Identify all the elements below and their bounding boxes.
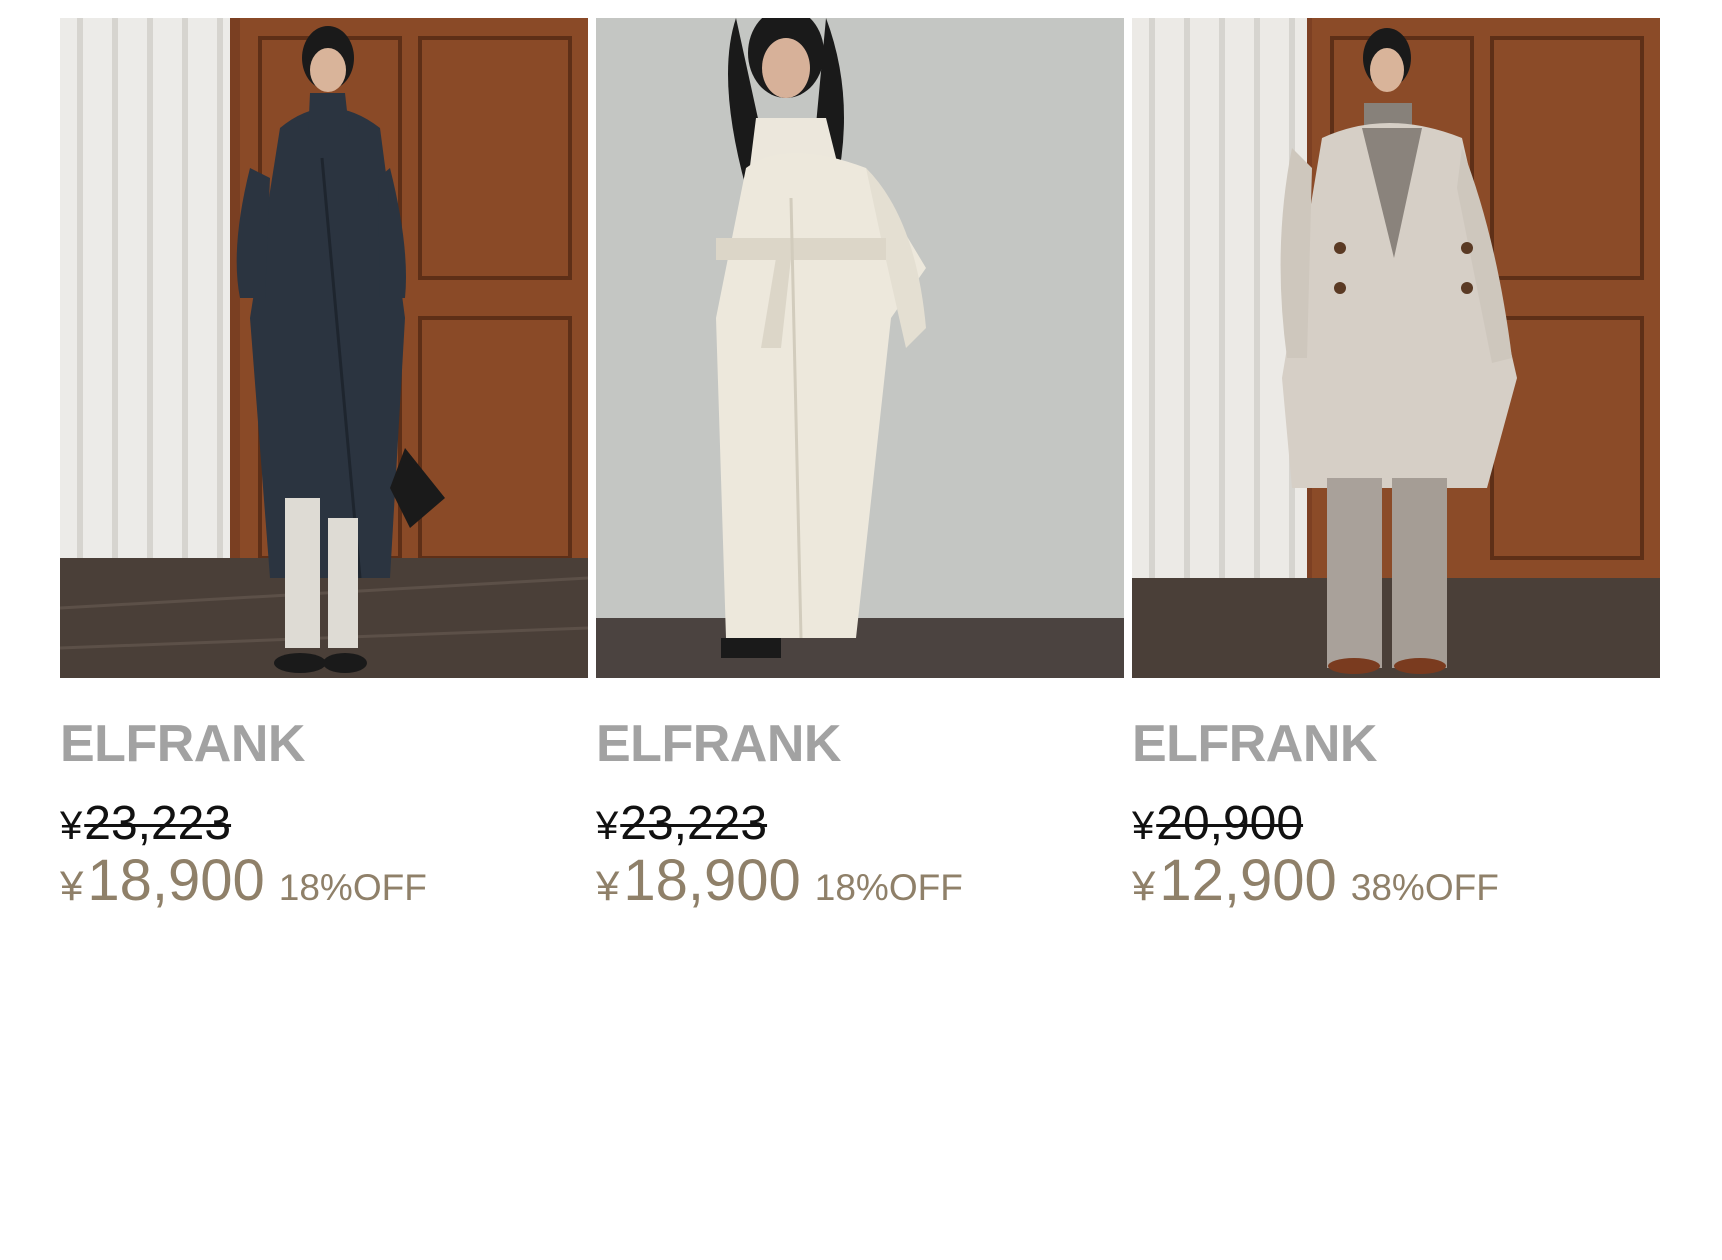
product-card[interactable]: ELFRANK ¥ 20,900 ¥ 12,900 38%OFF (1132, 18, 1660, 910)
sale-price-value: 12,900 (1159, 848, 1337, 913)
currency-symbol: ¥ (60, 862, 84, 909)
original-price-value: 20,900 (1156, 797, 1304, 850)
currency-symbol: ¥ (596, 804, 619, 848)
original-price-value: 23,223 (84, 797, 232, 850)
product-image[interactable] (60, 18, 588, 678)
discount-label: 18%OFF (278, 867, 427, 908)
currency-symbol: ¥ (1132, 804, 1155, 848)
sale-price: ¥ 18,900 18%OFF (60, 852, 588, 910)
sale-price: ¥ 18,900 18%OFF (596, 852, 1124, 910)
original-price: ¥ 20,900 (1132, 800, 1660, 848)
original-price: ¥ 23,223 (60, 800, 588, 848)
product-grid: ELFRANK ¥ 23,223 ¥ 18,900 18%OFF ELFRANK… (60, 18, 1660, 910)
original-price-value: 23,223 (620, 797, 768, 850)
currency-symbol: ¥ (60, 804, 83, 848)
product-image[interactable] (1132, 18, 1660, 678)
original-price: ¥ 23,223 (596, 800, 1124, 848)
sale-price-value: 18,900 (623, 848, 801, 913)
brand-name[interactable]: ELFRANK (1132, 718, 1660, 770)
currency-symbol: ¥ (1132, 862, 1156, 909)
product-card[interactable]: ELFRANK ¥ 23,223 ¥ 18,900 18%OFF (596, 18, 1124, 910)
discount-label: 38%OFF (1350, 867, 1499, 908)
brand-name[interactable]: ELFRANK (60, 718, 588, 770)
discount-label: 18%OFF (814, 867, 963, 908)
product-card[interactable]: ELFRANK ¥ 23,223 ¥ 18,900 18%OFF (60, 18, 588, 910)
currency-symbol: ¥ (596, 862, 620, 909)
product-image[interactable] (596, 18, 1124, 678)
sale-price-value: 18,900 (87, 848, 265, 913)
sale-price: ¥ 12,900 38%OFF (1132, 852, 1660, 910)
brand-name[interactable]: ELFRANK (596, 718, 1124, 770)
